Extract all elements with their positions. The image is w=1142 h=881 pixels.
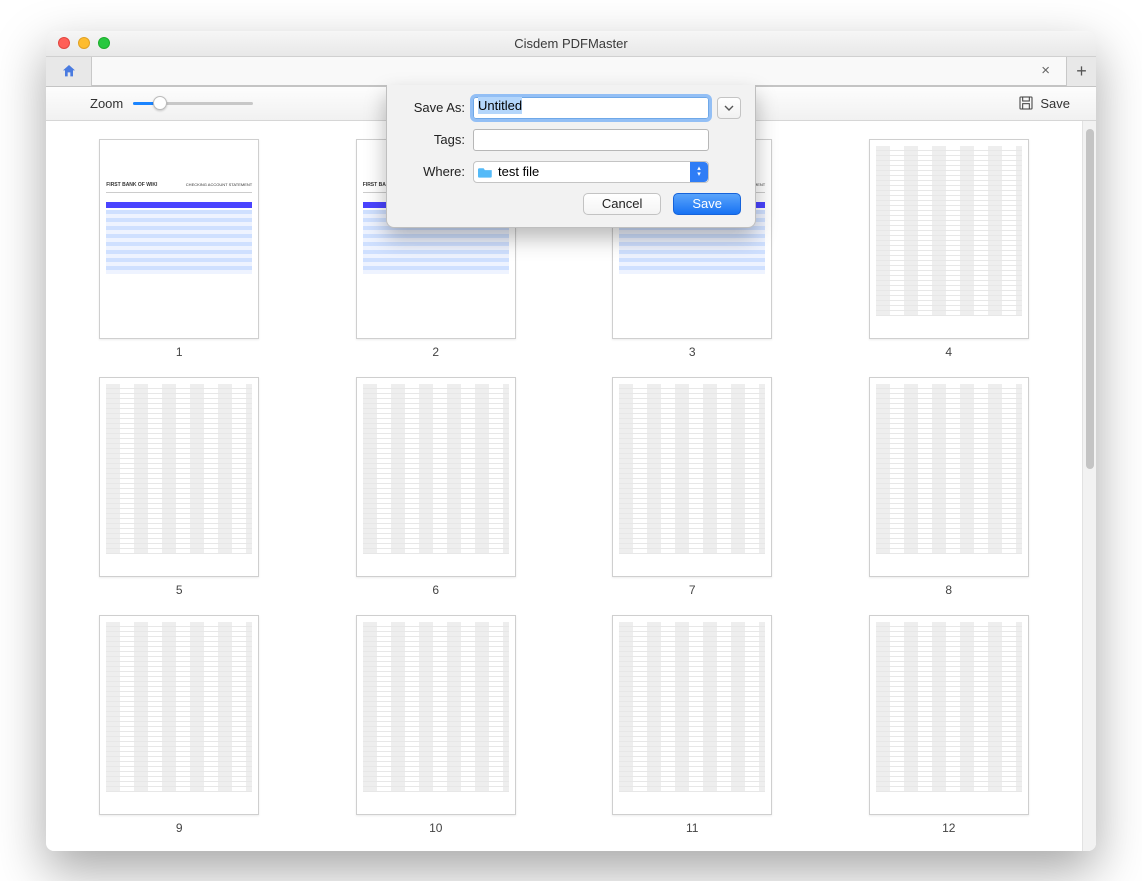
save-dialog: Save As: Untitled Tags: Where: test file… <box>386 85 756 228</box>
home-tab[interactable] <box>46 57 92 86</box>
page-thumbnail[interactable]: FIRST BANK OF WIKICHECKING ACCOUNT STATE… <box>86 139 273 359</box>
tab-bar: × + <box>46 57 1096 87</box>
zoom-slider-thumb[interactable] <box>153 96 167 110</box>
page-thumbnail[interactable]: 8 <box>856 377 1043 597</box>
thumbnail-grid: FIRST BANK OF WIKICHECKING ACCOUNT STATE… <box>86 139 1042 835</box>
zoom-slider[interactable] <box>133 102 253 105</box>
page-number-label: 8 <box>945 583 952 597</box>
titlebar: Cisdem PDFMaster <box>46 31 1096 57</box>
page-thumbnail[interactable]: 12 <box>856 615 1043 835</box>
page-thumbnail[interactable]: 11 <box>599 615 786 835</box>
page-number-label: 10 <box>429 821 442 835</box>
page-number-label: 6 <box>432 583 439 597</box>
vertical-scrollbar[interactable] <box>1082 121 1096 851</box>
new-tab-button[interactable]: + <box>1066 57 1096 86</box>
zoom-window-button[interactable] <box>98 37 110 49</box>
page-thumbnail-image <box>356 377 516 577</box>
page-thumbnail-image <box>356 615 516 815</box>
page-thumbnail-image <box>612 377 772 577</box>
thumbnail-grid-scroll[interactable]: FIRST BANK OF WIKICHECKING ACCOUNT STATE… <box>46 121 1082 851</box>
content-area: FIRST BANK OF WIKICHECKING ACCOUNT STATE… <box>46 121 1096 851</box>
cancel-button[interactable]: Cancel <box>583 193 661 215</box>
where-select[interactable]: test file ▴▾ <box>473 161 709 183</box>
page-number-label: 11 <box>686 821 698 835</box>
page-number-label: 7 <box>689 583 696 597</box>
page-thumbnail-image <box>612 615 772 815</box>
page-thumbnail[interactable]: 6 <box>343 377 530 597</box>
page-number-label: 1 <box>176 345 183 359</box>
page-thumbnail[interactable]: 5 <box>86 377 273 597</box>
updown-icon: ▴▾ <box>697 166 701 178</box>
page-thumbnail[interactable]: 10 <box>343 615 530 835</box>
page-thumbnail[interactable]: 4 <box>856 139 1043 359</box>
page-number-label: 5 <box>176 583 183 597</box>
save-icon <box>1018 95 1034 111</box>
folder-icon <box>478 166 493 178</box>
page-number-label: 3 <box>689 345 696 359</box>
where-dropdown-arrow[interactable]: ▴▾ <box>690 162 708 182</box>
saveas-value: Untitled <box>478 97 522 114</box>
tags-label: Tags: <box>401 132 465 147</box>
save-button-label: Save <box>1040 96 1070 111</box>
saveas-input[interactable]: Untitled <box>473 97 709 119</box>
page-thumbnail-image: FIRST BANK OF WIKICHECKING ACCOUNT STATE… <box>99 139 259 339</box>
chevron-down-icon <box>724 105 734 111</box>
page-thumbnail-image <box>99 615 259 815</box>
page-thumbnail-image <box>869 615 1029 815</box>
where-value: test file <box>498 164 539 179</box>
where-label: Where: <box>401 164 465 179</box>
window-title: Cisdem PDFMaster <box>46 36 1096 51</box>
window-controls <box>46 37 110 49</box>
page-thumbnail[interactable]: 9 <box>86 615 273 835</box>
page-thumbnail-image <box>869 377 1029 577</box>
home-icon <box>60 63 78 79</box>
minimize-window-button[interactable] <box>78 37 90 49</box>
dialog-save-button[interactable]: Save <box>673 193 741 215</box>
expand-dialog-button[interactable] <box>717 97 741 119</box>
zoom-label: Zoom <box>90 96 123 111</box>
page-thumbnail-image <box>869 139 1029 339</box>
save-button[interactable]: Save <box>1018 95 1070 111</box>
scrollbar-thumb[interactable] <box>1086 129 1094 469</box>
document-tab[interactable]: × <box>92 57 1066 86</box>
page-thumbnail[interactable]: 7 <box>599 377 786 597</box>
close-window-button[interactable] <box>58 37 70 49</box>
app-window: Cisdem PDFMaster × + Zoom Save FIRST BAN… <box>46 31 1096 851</box>
tags-input[interactable] <box>473 129 709 151</box>
close-tab-button[interactable]: × <box>1031 62 1060 79</box>
page-number-label: 12 <box>942 821 955 835</box>
page-number-label: 4 <box>945 345 952 359</box>
page-number-label: 2 <box>432 345 439 359</box>
saveas-label: Save As: <box>401 100 465 115</box>
page-thumbnail-image <box>99 377 259 577</box>
page-number-label: 9 <box>176 821 183 835</box>
